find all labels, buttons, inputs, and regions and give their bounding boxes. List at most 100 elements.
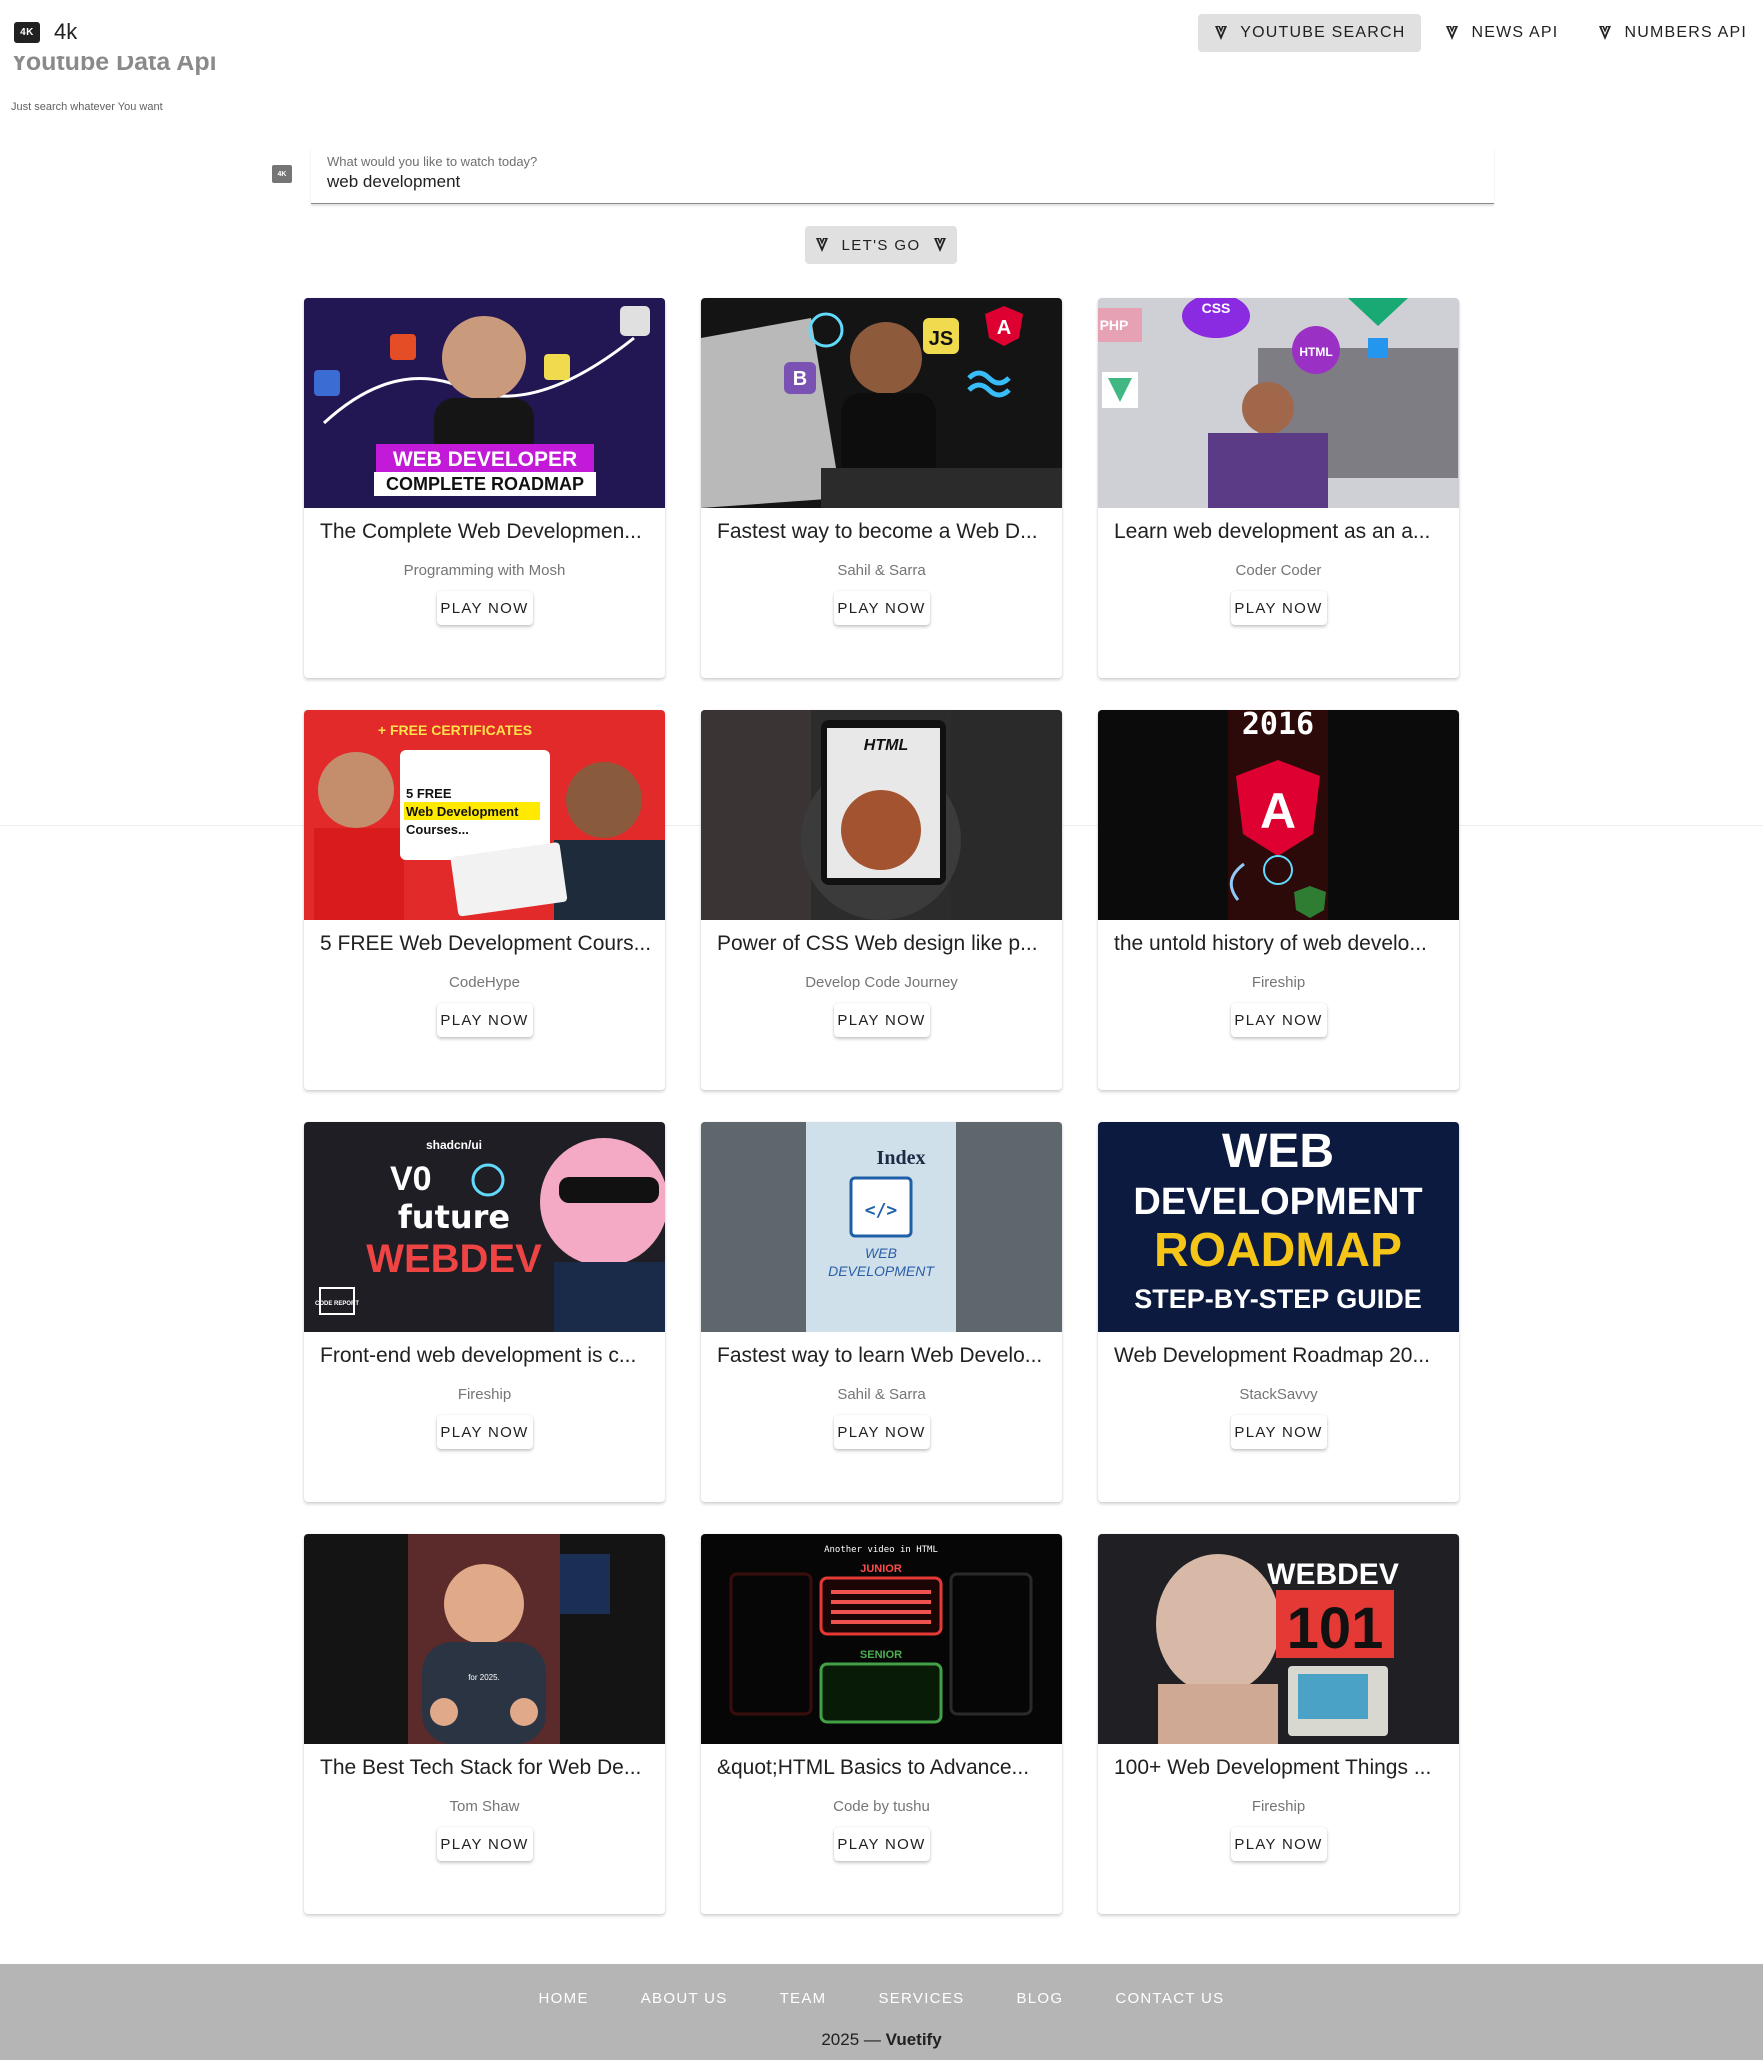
video-channel: CodeHype bbox=[449, 974, 520, 991]
thumb-text: WEB bbox=[1222, 1125, 1334, 1178]
app-bar: 4K 4k YOUTUBE SEARCH NEWS API NUMBERS AP… bbox=[0, 0, 1763, 64]
video-thumbnail[interactable]: WEBDEV 101 bbox=[1098, 1534, 1459, 1744]
4k-search-icon: 4K bbox=[272, 165, 292, 183]
play-now-button[interactable]: PLAY NOW bbox=[436, 591, 533, 625]
vuetify-icon bbox=[1215, 26, 1228, 40]
video-channel: Code by tushu bbox=[833, 1798, 930, 1815]
video-thumbnail[interactable]: WEB DEVELOPER COMPLETE ROADMAP bbox=[304, 298, 665, 508]
thumbnail-image: Index </> WEB DEVELOPMENT bbox=[701, 1122, 1062, 1332]
nav-news-api-button[interactable]: NEWS API bbox=[1429, 14, 1574, 52]
footer-link-about-us[interactable]: ABOUT US bbox=[615, 1982, 754, 2015]
svg-text:V0: V0 bbox=[390, 1160, 432, 1198]
video-card: WEBDEV 101 100+ Web Development Things .… bbox=[1098, 1534, 1459, 1914]
video-thumbnail[interactable]: Index </> WEB DEVELOPMENT bbox=[701, 1122, 1062, 1332]
thumb-text: future bbox=[398, 1198, 510, 1236]
thumb-text: STEP-BY-STEP GUIDE bbox=[1134, 1284, 1422, 1314]
video-thumbnail[interactable]: Another video in HTML JUNIOR SENIOR bbox=[701, 1534, 1062, 1744]
video-title: Fastest way to learn Web Develo... bbox=[717, 1344, 1043, 1367]
search-input[interactable] bbox=[327, 172, 1427, 192]
thumb-text: CODE REPORT bbox=[315, 1301, 359, 1307]
footer-link-services[interactable]: SERVICES bbox=[852, 1982, 990, 2015]
video-thumbnail[interactable]: PHP CSS HTML bbox=[1098, 298, 1459, 508]
footer-link-contact-us[interactable]: CONTACT US bbox=[1089, 1982, 1250, 2015]
video-thumbnail[interactable]: JS A B bbox=[701, 298, 1062, 508]
footer-nav: HOME ABOUT US TEAM SERVICES BLOG CONTACT… bbox=[0, 1982, 1763, 2015]
thumb-text: A bbox=[997, 317, 1011, 339]
footer-link-home[interactable]: HOME bbox=[513, 1982, 615, 2015]
thumbnail-image: HTML bbox=[701, 710, 1062, 920]
play-now-button[interactable]: PLAY NOW bbox=[833, 1003, 930, 1037]
thumbnail-image: + FREE CERTIFICATES 5 FREE Web Developme… bbox=[304, 710, 665, 920]
play-now-button[interactable]: PLAY NOW bbox=[436, 1415, 533, 1449]
video-channel: Fireship bbox=[1251, 1798, 1306, 1815]
video-channel: Fireship bbox=[1251, 974, 1306, 991]
play-now-button[interactable]: PLAY NOW bbox=[1230, 591, 1327, 625]
thumb-text: COMPLETE ROADMAP bbox=[386, 474, 584, 494]
thumbnail-image: for 2025. bbox=[304, 1534, 665, 1744]
nav-youtube-search-button[interactable]: YOUTUBE SEARCH bbox=[1198, 14, 1422, 52]
video-title: Power of CSS Web design like p... bbox=[717, 932, 1038, 955]
thumbnail-image: Another video in HTML JUNIOR SENIOR bbox=[701, 1534, 1062, 1744]
video-channel: Develop Code Journey bbox=[805, 974, 958, 991]
video-title: Web Development Roadmap 20... bbox=[1114, 1344, 1430, 1367]
brand[interactable]: 4K 4k bbox=[14, 19, 77, 45]
page-title: Youtube Data Api bbox=[11, 56, 217, 82]
thumb-text: B bbox=[793, 368, 807, 390]
video-thumbnail[interactable]: shadcn/ui V0 future WEBDEV CODE REPORT bbox=[304, 1122, 665, 1332]
nav-news-api-label: NEWS API bbox=[1471, 24, 1559, 41]
thumb-text: Another video in HTML bbox=[824, 1545, 938, 1555]
video-title: the untold history of web develo... bbox=[1114, 932, 1427, 955]
video-card: PHP CSS HTML Learn web development as an… bbox=[1098, 298, 1459, 678]
thumb-text: HTML bbox=[864, 737, 908, 754]
play-now-button[interactable]: PLAY NOW bbox=[1230, 1827, 1327, 1861]
thumb-text: 101 bbox=[1287, 1596, 1384, 1661]
video-title: Fastest way to become a Web D... bbox=[717, 520, 1038, 543]
top-nav: YOUTUBE SEARCH NEWS API NUMBERS API bbox=[1198, 14, 1763, 52]
thumb-text: WEBDEV bbox=[1267, 1558, 1399, 1591]
video-title: &quot;HTML Basics to Advance... bbox=[717, 1756, 1030, 1779]
play-now-button[interactable]: PLAY NOW bbox=[436, 1827, 533, 1861]
video-channel: StackSavvy bbox=[1239, 1386, 1318, 1403]
footer-link-blog[interactable]: BLOG bbox=[990, 1982, 1089, 2015]
nav-numbers-api-button[interactable]: NUMBERS API bbox=[1582, 14, 1763, 52]
thumb-text: CSS bbox=[1202, 300, 1231, 316]
play-now-button[interactable]: PLAY NOW bbox=[1230, 1415, 1327, 1449]
play-now-button[interactable]: PLAY NOW bbox=[1230, 1003, 1327, 1037]
video-card: shadcn/ui V0 future WEBDEV CODE REPORT F… bbox=[304, 1122, 665, 1502]
vuetify-icon bbox=[816, 238, 829, 252]
thumbnail-image: WEBDEV 101 bbox=[1098, 1534, 1459, 1744]
vuetify-icon bbox=[933, 238, 946, 252]
nav-numbers-api-label: NUMBERS API bbox=[1624, 24, 1747, 41]
thumb-text: SENIOR bbox=[860, 1649, 902, 1661]
thumb-text: JUNIOR bbox=[860, 1563, 902, 1575]
thumb-text: WEBDEV bbox=[366, 1237, 542, 1281]
thumb-text: A bbox=[1260, 783, 1296, 839]
play-now-button[interactable]: PLAY NOW bbox=[833, 1827, 930, 1861]
vuetify-icon bbox=[1599, 26, 1612, 40]
video-title: The Complete Web Developmen... bbox=[320, 520, 642, 543]
play-now-button[interactable]: PLAY NOW bbox=[833, 1415, 930, 1449]
video-channel: Fireship bbox=[457, 1386, 512, 1403]
video-thumbnail[interactable]: for 2025. bbox=[304, 1534, 665, 1744]
thumb-text: Courses... bbox=[406, 822, 469, 837]
search-field[interactable]: What would you like to watch today? bbox=[311, 146, 1494, 204]
thumb-text: WEB DEVELOPER bbox=[393, 448, 577, 471]
video-thumbnail[interactable]: HTML bbox=[701, 710, 1062, 920]
page-subtitle: Just search whatever You want bbox=[11, 101, 163, 113]
thumb-text: 2016 bbox=[1242, 710, 1314, 742]
video-thumbnail[interactable]: WEB DEVELOPMENT ROADMAP STEP-BY-STEP GUI… bbox=[1098, 1122, 1459, 1332]
vuetify-icon bbox=[1446, 26, 1459, 40]
video-thumbnail[interactable]: + FREE CERTIFICATES 5 FREE Web Developme… bbox=[304, 710, 665, 920]
thumb-text: DEVELOPMENT bbox=[1133, 1181, 1422, 1223]
video-thumbnail[interactable]: 2016 A bbox=[1098, 710, 1459, 920]
lets-go-button[interactable]: LET'S GO bbox=[805, 226, 957, 264]
footer: HOME ABOUT US TEAM SERVICES BLOG CONTACT… bbox=[0, 1964, 1763, 2060]
footer-year: 2025 bbox=[821, 2030, 860, 2049]
play-now-button[interactable]: PLAY NOW bbox=[833, 591, 930, 625]
page-title-text: Youtube Data Api bbox=[11, 56, 217, 76]
thumb-text: ROADMAP bbox=[1154, 1224, 1402, 1277]
footer-link-team[interactable]: TEAM bbox=[754, 1982, 853, 2015]
thumb-text: JS bbox=[929, 328, 953, 350]
video-card: JS A B Fastest way to become a Web D... … bbox=[701, 298, 1062, 678]
play-now-button[interactable]: PLAY NOW bbox=[436, 1003, 533, 1037]
